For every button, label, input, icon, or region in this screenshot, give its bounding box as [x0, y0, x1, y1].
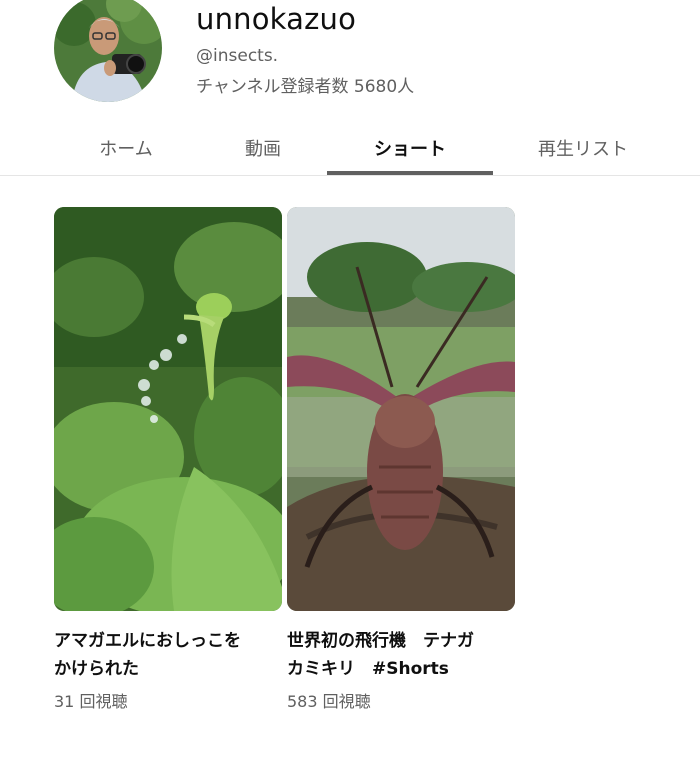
subscriber-count: チャンネル登録者数 5680人	[196, 77, 415, 97]
short-title[interactable]: アマガエルにおしっこをかけられた	[54, 627, 254, 683]
tab-playlists[interactable]: 再生リスト	[500, 120, 666, 176]
short-card[interactable]: アマガエルにおしっこをかけられた 31 回視聴	[54, 207, 282, 712]
channel-handle: @insects.	[196, 46, 279, 66]
tab-shorts[interactable]: ショート	[327, 120, 493, 176]
tab-videos[interactable]: 動画	[200, 120, 326, 176]
channel-avatar[interactable]	[54, 0, 162, 102]
short-card[interactable]: 世界初の飛行機 テナガカミキリ #Shorts 583 回視聴	[287, 207, 515, 712]
active-tab-indicator	[327, 171, 493, 175]
short-view-count: 583 回視聴	[287, 692, 371, 711]
short-view-count: 31 回視聴	[54, 692, 128, 711]
channel-name: unnokazuo	[196, 2, 357, 36]
short-thumbnail[interactable]	[287, 207, 515, 611]
short-thumbnail[interactable]	[54, 207, 282, 611]
tab-home[interactable]: ホーム	[60, 120, 192, 176]
short-title[interactable]: 世界初の飛行機 テナガカミキリ #Shorts	[287, 627, 487, 683]
channel-tabs: ホーム 動画 ショート 再生リスト	[0, 120, 700, 176]
